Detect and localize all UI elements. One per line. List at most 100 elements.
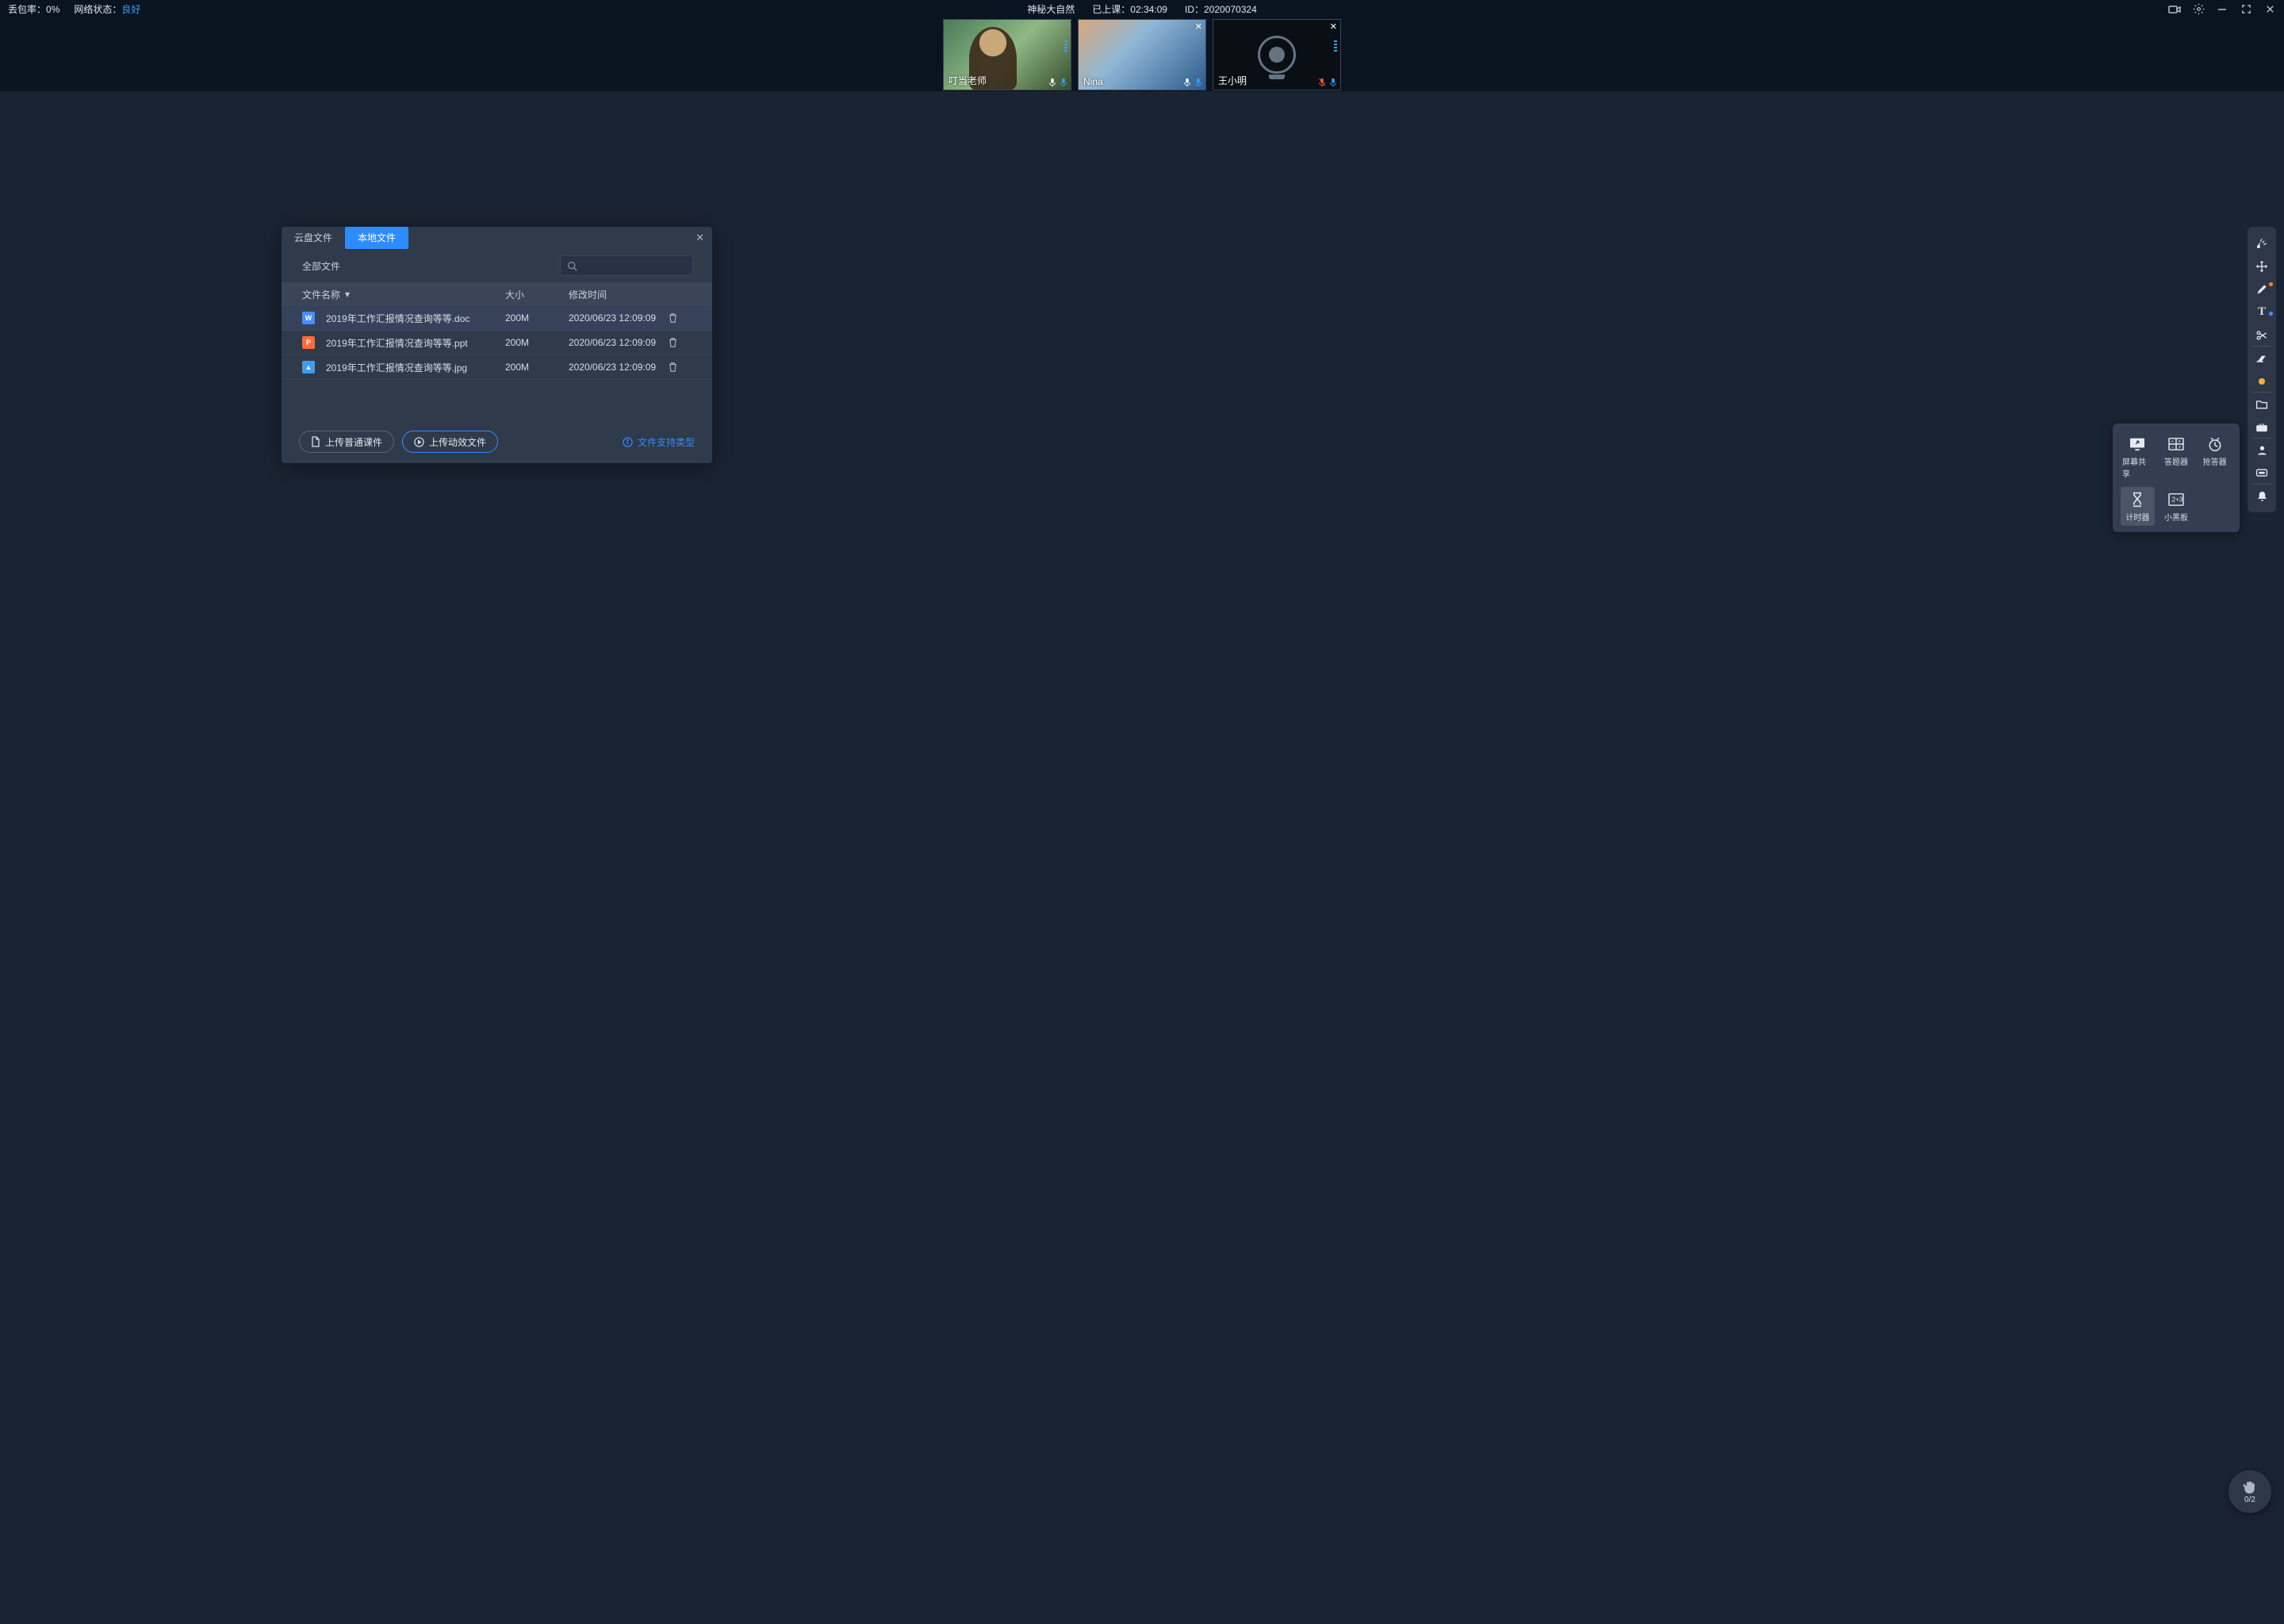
col-time-label[interactable]: 修改时间 (569, 288, 668, 301)
tab-local-files[interactable]: 本地文件 (345, 227, 408, 249)
mic-on-icon (1183, 78, 1202, 87)
scissors-tool[interactable] (2248, 324, 2276, 347)
chat-tool[interactable] (2248, 462, 2276, 485)
tile-close-icon[interactable]: ✕ (1195, 21, 1202, 32)
mic-on-icon (1048, 78, 1067, 87)
file-row[interactable]: P 2019年工作汇报情况查询等等.ppt 200M 2020/06/23 12… (282, 331, 712, 355)
answer-board-tool[interactable]: AB✓✗ 答题器 (2159, 431, 2194, 482)
file-row[interactable]: ▲ 2019年工作汇报情况查询等等.jpg 200M 2020/06/23 12… (282, 355, 712, 380)
file-time: 2020/06/23 12:09:09 (569, 312, 668, 324)
table-header: 文件名称 ▾ 大小 修改时间 (282, 282, 712, 306)
svg-text:2+3: 2+3 (2172, 496, 2183, 504)
minimize-icon[interactable] (2216, 3, 2228, 16)
raise-hand-count: 0/2 (2244, 1496, 2255, 1504)
class-title: 神秘大自然 (1027, 2, 1075, 16)
sort-arrow-icon: ▾ (345, 289, 350, 300)
mic-muted-icon (1318, 78, 1337, 87)
buzzer-tool[interactable]: 抢答器 (2198, 431, 2232, 482)
file-name: 2019年工作汇报情况查询等等.doc (326, 312, 469, 325)
text-tool[interactable]: T (2248, 301, 2276, 324)
dialog-close-icon[interactable]: ✕ (696, 232, 704, 244)
participant-name: 王小明 (1218, 74, 1247, 87)
doc-file-icon: W (302, 312, 315, 324)
video-tile-teacher[interactable]: 叮当老师 (943, 19, 1071, 90)
maximize-icon[interactable] (2240, 3, 2252, 16)
right-toolbar: T (2248, 227, 2276, 512)
image-file-icon: ▲ (302, 361, 315, 373)
supported-types-label: 文件支持类型 (638, 435, 695, 449)
file-size: 200M (505, 337, 569, 348)
tab-cloud-files[interactable]: 云盘文件 (282, 227, 345, 249)
id-label: ID： (1185, 4, 1204, 15)
elapsed-time: 已上课：02:34:09 (1092, 2, 1167, 16)
elapsed-label: 已上课： (1092, 4, 1130, 15)
participant-name: Nina (1083, 76, 1103, 87)
elapsed-value: 02:34:09 (1130, 4, 1167, 15)
file-name: 2019年工作汇报情况查询等等.ppt (326, 336, 468, 350)
delete-file-button[interactable] (668, 312, 692, 324)
upload-normal-button[interactable]: 上传普通课件 (299, 431, 394, 453)
network-status: 网络状态：良好 (74, 2, 140, 16)
delete-file-button[interactable] (668, 362, 692, 373)
gear-icon[interactable] (2192, 3, 2205, 16)
svg-text:✓: ✓ (2171, 445, 2175, 449)
eraser-tool[interactable] (2248, 347, 2276, 370)
roster-tool[interactable] (2248, 439, 2276, 462)
close-icon[interactable] (2263, 3, 2276, 16)
record-icon[interactable] (2168, 3, 2181, 16)
session-id: ID：2020070324 (1185, 2, 1257, 16)
participant-name: 叮当老师 (948, 74, 987, 87)
play-circle-icon (414, 437, 424, 447)
upload-animated-button[interactable]: 上传动效文件 (402, 431, 498, 453)
color-picker-tool[interactable] (2248, 370, 2276, 393)
packet-loss: 丢包率：0% (8, 2, 59, 16)
laser-pointer-tool[interactable] (2248, 232, 2276, 255)
timer-tool[interactable]: 计时器 (2121, 487, 2155, 526)
info-icon (623, 437, 633, 447)
screen-share-label: 屏幕共享 (2122, 455, 2153, 479)
col-size-label[interactable]: 大小 (505, 288, 569, 301)
packet-loss-value: 0% (46, 4, 59, 15)
video-tile-wang[interactable]: ✕ 王小明 (1213, 19, 1341, 90)
packet-loss-label: 丢包率： (8, 4, 46, 15)
svg-text:B: B (2179, 439, 2181, 443)
video-tile-nina[interactable]: ✕ Nina (1078, 19, 1206, 90)
folder-tool[interactable] (2248, 393, 2276, 416)
search-icon (567, 261, 577, 271)
upload-normal-label: 上传普通课件 (325, 435, 382, 449)
buzzer-label: 抢答器 (2203, 455, 2227, 467)
screen-share-tool[interactable]: 屏幕共享 (2121, 431, 2155, 482)
tile-close-icon[interactable]: ✕ (1330, 21, 1337, 32)
search-input[interactable] (560, 255, 693, 276)
delete-file-button[interactable] (668, 337, 692, 348)
vu-meter-icon (1334, 40, 1337, 52)
small-board-label: 小黑板 (2164, 511, 2188, 523)
timer-label: 计时器 (2125, 511, 2149, 523)
document-icon (311, 436, 320, 447)
file-size: 200M (505, 362, 569, 373)
file-size: 200M (505, 312, 569, 324)
col-name-label: 文件名称 (302, 288, 340, 301)
raise-hand-button[interactable]: 0/2 (2228, 1470, 2271, 1513)
file-time: 2020/06/23 12:09:09 (569, 362, 668, 373)
top-status-bar: 丢包率：0% 网络状态：良好 神秘大自然 已上课：02:34:09 ID：202… (0, 0, 2284, 18)
col-name[interactable]: 文件名称 ▾ (302, 288, 505, 301)
ppt-file-icon: P (302, 336, 315, 349)
svg-text:✗: ✗ (2179, 445, 2182, 449)
network-value: 良好 (121, 4, 140, 15)
small-board-tool[interactable]: 2+3 小黑板 (2159, 487, 2194, 526)
move-tool[interactable] (2248, 255, 2276, 278)
file-dialog: 云盘文件 本地文件 ✕ 全部文件 文件名称 ▾ 大小 修改时间 W 2019年工… (282, 227, 712, 463)
id-value: 2020070324 (1204, 4, 1257, 15)
webcam-off-icon (1258, 36, 1296, 74)
filter-all-files[interactable]: 全部文件 (302, 259, 340, 273)
file-row[interactable]: W 2019年工作汇报情况查询等等.doc 200M 2020/06/23 12… (282, 306, 712, 331)
pen-tool[interactable] (2248, 278, 2276, 301)
bell-tool[interactable] (2248, 485, 2276, 508)
video-strip: 叮当老师 ✕ Nina ✕ 王小明 (0, 18, 2284, 91)
toolbox-tool[interactable] (2248, 416, 2276, 439)
answer-board-label: 答题器 (2164, 455, 2188, 467)
supported-types-link[interactable]: 文件支持类型 (623, 435, 695, 449)
upload-animated-label: 上传动效文件 (429, 435, 486, 449)
hand-icon (2242, 1480, 2258, 1496)
